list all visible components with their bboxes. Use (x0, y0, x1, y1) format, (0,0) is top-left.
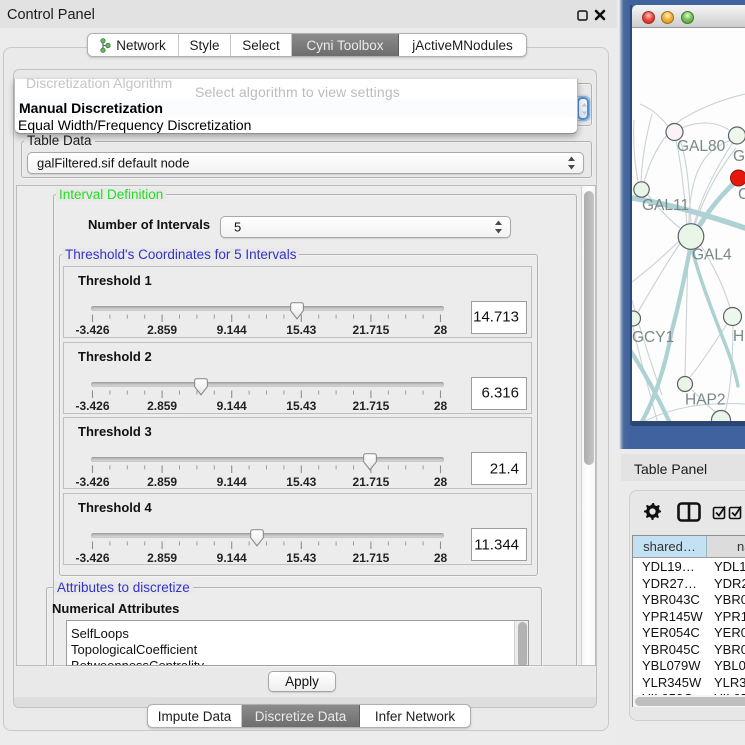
svg-text:GCY1: GCY1 (632, 329, 674, 346)
svg-text:GA: GA (733, 148, 745, 165)
svg-text:GAL4: GAL4 (692, 247, 732, 264)
svg-text:HI: HI (733, 328, 745, 345)
svg-text:HAP2: HAP2 (685, 392, 726, 409)
svg-text:GAL80: GAL80 (677, 138, 726, 155)
svg-text:C: C (738, 186, 745, 203)
svg-text:GAL11: GAL11 (642, 197, 689, 214)
